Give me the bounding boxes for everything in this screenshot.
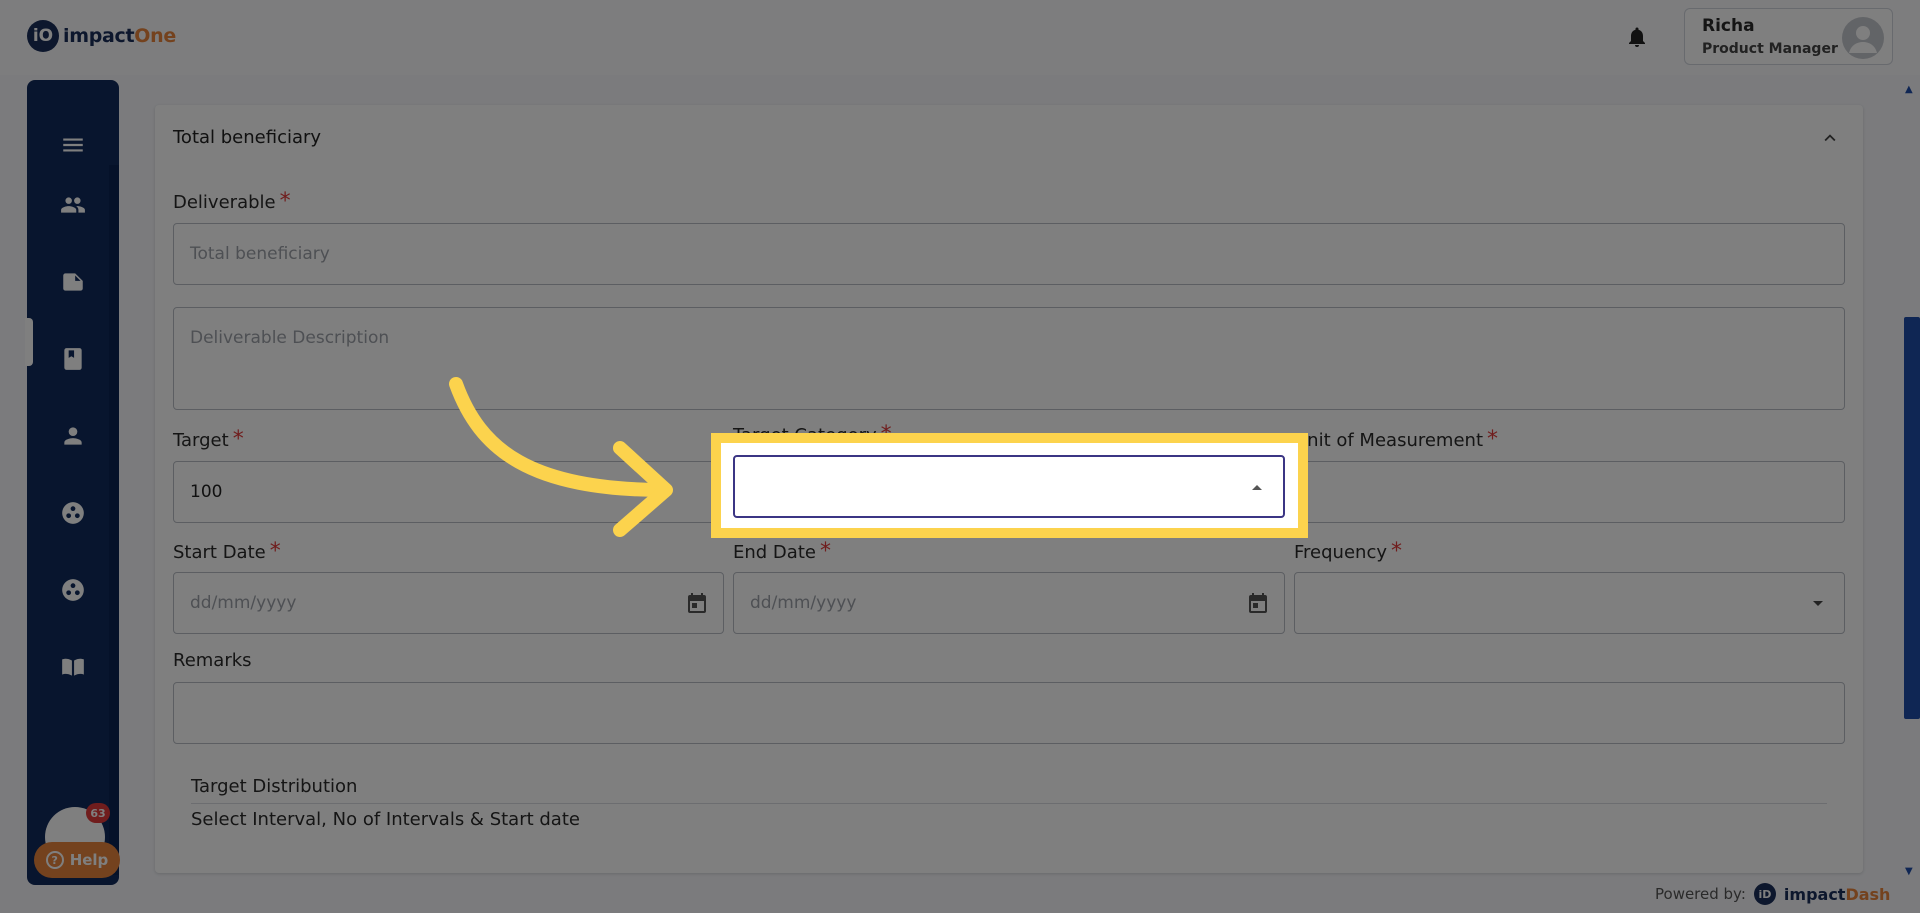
- tutorial-arrow-icon: [449, 377, 673, 537]
- tutorial-highlight-frame: [711, 433, 1308, 538]
